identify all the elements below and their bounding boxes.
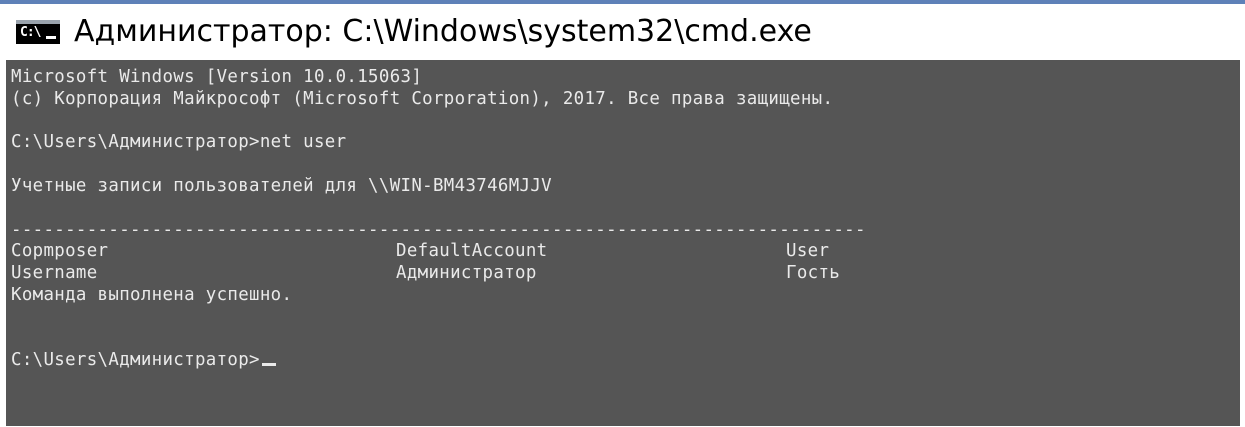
account-name: Гость <box>786 263 841 284</box>
accounts-header: Учетные записи пользователей для \\WIN-B… <box>11 175 553 196</box>
command-line: C:\Users\Администратор>net user <box>11 132 347 153</box>
prompt-line[interactable]: C:\Users\Администратор> <box>11 350 1240 372</box>
account-row: Copmposer DefaultAccount User <box>11 241 1240 263</box>
console-text: Microsoft Windows [Version 10.0.15063] (с… <box>6 60 1240 372</box>
version-line: Microsoft Windows [Version 10.0.15063] <box>11 67 423 87</box>
cmd-window: C:\ Администратор: C:\Windows\system32\c… <box>0 0 1245 427</box>
cmd-icon[interactable]: C:\ <box>16 20 60 44</box>
text-cursor <box>261 363 276 367</box>
title-bar[interactable]: C:\ Администратор: C:\Windows\system32\c… <box>0 4 1245 60</box>
account-name: Username <box>11 263 98 284</box>
account-name: DefaultAccount <box>396 241 548 262</box>
prompt-text: C:\Users\Администратор> <box>11 350 260 371</box>
window-title: Администратор: C:\Windows\system32\cmd.e… <box>74 14 812 49</box>
cmd-icon-glyph: C:\ <box>20 25 42 40</box>
account-name: Copmposer <box>11 241 109 262</box>
account-name: Администратор <box>396 263 537 284</box>
account-name: User <box>786 241 830 262</box>
separator-line: ----------------------------------------… <box>11 219 866 240</box>
cmd-icon-cursor <box>46 36 56 39</box>
console-output[interactable]: Microsoft Windows [Version 10.0.15063] (с… <box>6 60 1240 426</box>
account-row: Username Администратор Гость <box>11 263 1240 285</box>
status-line: Команда выполнена успешно. <box>11 284 293 305</box>
copyright-line: (с) Корпорация Майкрософт (Microsoft Cor… <box>11 88 834 109</box>
